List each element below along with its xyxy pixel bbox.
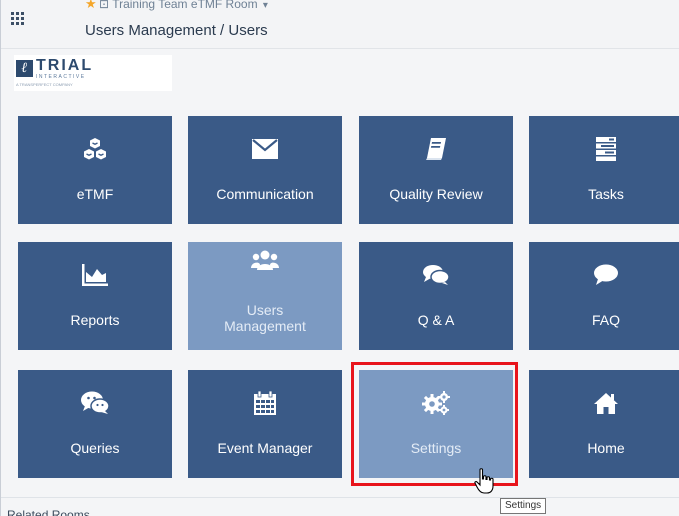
tile-quality-review[interactable]: Quality Review [359, 116, 513, 224]
top-bar: ★ ⊡ Training Team eTMF Room ▾ Users Mana… [1, 0, 679, 49]
tile-label-line-1: Users [246, 302, 284, 318]
tile-reports[interactable]: Reports [18, 242, 172, 350]
tile-label: Event Manager [217, 440, 313, 456]
tile-users-management[interactable]: Users Management [188, 242, 342, 350]
logo-mark-icon: ℓ [16, 60, 33, 77]
home-icon [529, 390, 679, 416]
tile-communication[interactable]: Communication [188, 116, 342, 224]
tile-label: Reports [70, 312, 120, 328]
tile-label-line-2: Management [224, 318, 306, 334]
tile-settings[interactable]: Settings [359, 370, 513, 478]
logo-tagline: A TRANSPERFECT COMPANY [16, 82, 73, 87]
app-page: ★ ⊡ Training Team eTMF Room ▾ Users Mana… [0, 0, 679, 516]
tile-queries[interactable]: Queries [18, 370, 172, 478]
tile-q-and-a[interactable]: Q & A [359, 242, 513, 350]
tile-label: Q & A [417, 312, 455, 328]
settings-tooltip: Settings [500, 498, 547, 514]
comment-icon [529, 262, 679, 288]
tile-home[interactable]: Home [529, 370, 679, 478]
trial-interactive-logo: ℓ TRIAL INTERACTIVE A TRANSPERFECT COMPA… [14, 55, 172, 91]
tile-tasks[interactable]: Tasks [529, 116, 679, 224]
tasks-icon [529, 136, 679, 162]
tile-label: Communication [216, 186, 314, 202]
cubes-icon [18, 136, 172, 162]
related-rooms-heading: Related Rooms [7, 508, 90, 516]
tile-event-manager[interactable]: Event Manager [188, 370, 342, 478]
calendar-icon [188, 390, 342, 416]
tile-etmf[interactable]: eTMF [18, 116, 172, 224]
room-name: Training Team eTMF Room [112, 0, 258, 11]
caret-down-icon: ▾ [262, 0, 268, 11]
area-chart-icon [18, 262, 172, 288]
section-divider [1, 497, 679, 498]
app-grid-icon[interactable] [11, 12, 25, 26]
envelope-icon [188, 136, 342, 162]
comments-icon [359, 262, 513, 288]
breadcrumb: Users Management / Users [85, 22, 268, 39]
users-icon [188, 248, 342, 274]
wechat-icon [18, 390, 172, 416]
gears-icon [359, 390, 513, 416]
book-icon [359, 136, 513, 162]
tile-label: Users Management [192, 302, 338, 334]
tile-label: Tasks [588, 186, 624, 202]
room-icon: ⊡ [99, 0, 110, 11]
room-selector[interactable]: ⊡ Training Team eTMF Room ▾ [99, 0, 268, 13]
tile-label: eTMF [76, 186, 114, 202]
tile-label: Home [587, 440, 625, 456]
tile-label: FAQ [591, 312, 620, 328]
tile-label: Quality Review [389, 186, 483, 202]
tile-label: Settings [410, 440, 462, 456]
logo-name: TRIAL [36, 57, 94, 74]
logo-subtitle: INTERACTIVE [36, 74, 86, 80]
favorite-star-icon[interactable]: ★ [85, 0, 97, 12]
tile-label: Queries [70, 440, 120, 456]
hand-cursor-icon [474, 468, 494, 494]
tile-faq[interactable]: FAQ [529, 242, 679, 350]
